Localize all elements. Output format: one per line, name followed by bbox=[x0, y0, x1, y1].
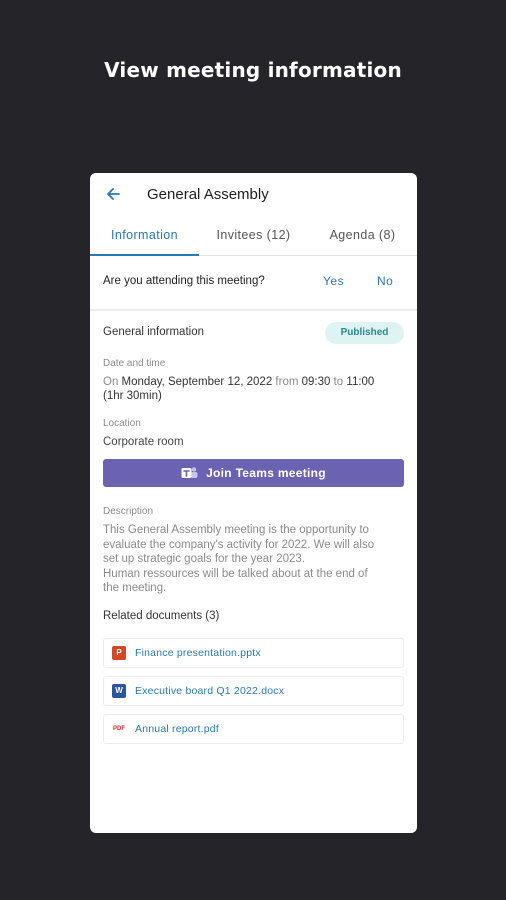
word-icon: W bbox=[112, 684, 126, 698]
general-info-heading: General information bbox=[103, 326, 204, 338]
date-to-text: to bbox=[333, 376, 344, 388]
attendance-row: Are you attending this meeting? Yes No bbox=[103, 269, 404, 295]
section-divider bbox=[90, 309, 417, 311]
tab-agenda[interactable]: Agenda (8) bbox=[308, 223, 417, 255]
description-line: the meeting. bbox=[103, 582, 167, 594]
description-line: evaluate the company's activity for 2022… bbox=[103, 538, 375, 551]
date-value: Monday, September 12, 2022 bbox=[121, 376, 273, 388]
attendance-question: Are you attending this meeting? bbox=[103, 275, 265, 287]
join-teams-label: Join Teams meeting bbox=[206, 466, 326, 480]
tab-invitees[interactable]: Invitees (12) bbox=[199, 223, 308, 255]
promo-title: View meeting information bbox=[104, 58, 402, 82]
app-bar: General Assembly bbox=[90, 173, 417, 215]
status-badge: Published bbox=[325, 322, 404, 344]
document-item[interactable]: W Executive board Q1 2022.docx bbox=[103, 676, 404, 706]
related-documents-heading: Related documents (3) bbox=[103, 610, 220, 622]
document-name: Executive board Q1 2022.docx bbox=[135, 685, 285, 697]
description-text: This General Assembly meeting is the opp… bbox=[103, 523, 404, 596]
date-on-text: On bbox=[103, 376, 119, 388]
phone-screen: General Assembly Information Invitees (1… bbox=[90, 173, 417, 833]
document-name: Finance presentation.pptx bbox=[135, 647, 261, 659]
active-tab-indicator bbox=[90, 254, 199, 256]
page-title: General Assembly bbox=[147, 186, 269, 203]
start-time: 09:30 bbox=[301, 376, 331, 388]
location-value: Corporate room bbox=[103, 436, 184, 448]
teams-icon bbox=[181, 467, 198, 478]
pdf-icon: PDF bbox=[112, 722, 126, 736]
description-line: This General Assembly meeting is the opp… bbox=[103, 524, 369, 536]
attend-no-button[interactable]: No bbox=[377, 274, 393, 288]
description-line: Human ressources will be talked about at… bbox=[103, 567, 368, 580]
powerpoint-icon: P bbox=[112, 646, 126, 660]
description-line: set up strategic goals for the year 2023… bbox=[103, 553, 306, 565]
date-label: Date and time bbox=[103, 358, 166, 369]
document-name: Annual report.pdf bbox=[135, 723, 219, 735]
location-label: Location bbox=[103, 418, 141, 429]
date-time-value: On Monday, September 12, 2022 from 09:30… bbox=[103, 375, 403, 403]
tab-bar: Information Invitees (12) Agenda (8) bbox=[90, 223, 417, 256]
join-teams-button[interactable]: Join Teams meeting bbox=[103, 459, 404, 487]
attend-yes-button[interactable]: Yes bbox=[323, 274, 344, 288]
date-from-text: from bbox=[275, 376, 299, 388]
document-item[interactable]: P Finance presentation.pptx bbox=[103, 638, 404, 668]
end-time: 11:00 bbox=[346, 376, 375, 388]
description-label: Description bbox=[103, 506, 154, 517]
tab-information[interactable]: Information bbox=[90, 223, 199, 255]
back-arrow-icon[interactable] bbox=[104, 185, 122, 203]
duration: (1hr 30min) bbox=[103, 390, 162, 402]
document-item[interactable]: PDF Annual report.pdf bbox=[103, 714, 404, 744]
